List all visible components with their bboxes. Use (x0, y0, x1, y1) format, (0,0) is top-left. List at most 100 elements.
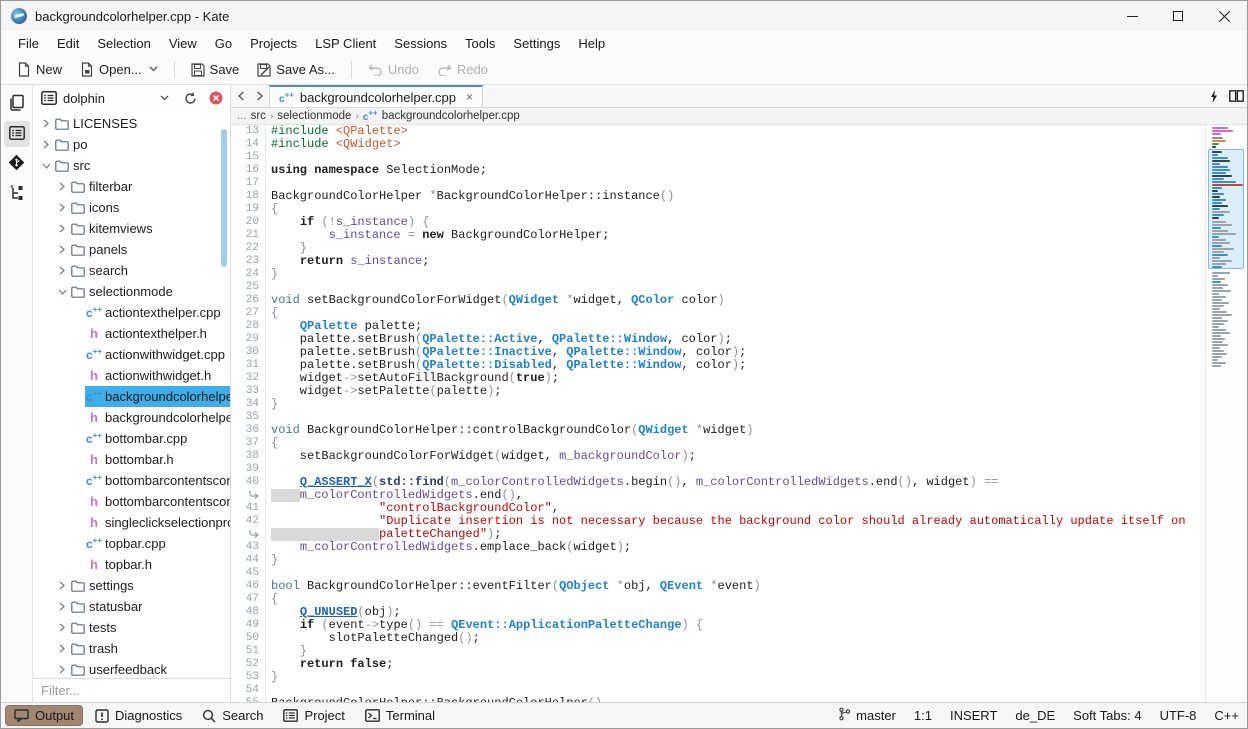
statusbar-project-button[interactable]: Project (275, 706, 352, 725)
expand-icon[interactable] (55, 203, 69, 212)
minimap-bar (1212, 233, 1236, 235)
menu-help[interactable]: Help (569, 34, 614, 53)
statusbar-search-button[interactable]: Search (194, 706, 271, 725)
minimap-scrollbar[interactable] (1205, 125, 1247, 702)
breadcrumb-selectionmode[interactable]: selectionmode (277, 110, 351, 122)
expand-icon[interactable] (55, 665, 69, 674)
folder-icon (69, 181, 87, 193)
tree-item-statusbar[interactable]: statusbar (33, 596, 230, 617)
chevron-down-icon[interactable] (154, 88, 174, 108)
project-selector[interactable]: dolphin (63, 91, 105, 106)
expand-icon[interactable] (55, 182, 69, 191)
menu-lsp-client[interactable]: LSP Client (306, 34, 385, 53)
minimap-bar (1212, 344, 1228, 346)
status-soft-tabs-4[interactable]: Soft Tabs: 4 (1073, 708, 1141, 723)
close-button[interactable] (1201, 1, 1247, 31)
tree-item-settings[interactable]: settings (33, 575, 230, 596)
menu-go[interactable]: Go (206, 34, 241, 53)
expand-icon[interactable] (39, 140, 53, 149)
tree-item-backgroundcolorhelper-c-[interactable]: c++backgroundcolorhelper.c... (33, 386, 230, 407)
nav-back-button[interactable] (231, 85, 250, 107)
tree-item-actionwithwidget-cpp[interactable]: c++actionwithwidget.cpp (33, 344, 230, 365)
save-as-button[interactable]: Save As... (249, 59, 343, 80)
status-utf-8[interactable]: UTF-8 (1160, 708, 1197, 723)
expand-icon[interactable] (39, 119, 53, 128)
tree-item-topbar-h[interactable]: htopbar.h (33, 554, 230, 575)
refresh-icon[interactable] (180, 88, 200, 108)
sidebar-tool-symbols[interactable] (4, 181, 30, 207)
tree-item-po[interactable]: po (33, 134, 230, 155)
tree-item-actiontexthelper-h[interactable]: hactiontexthelper.h (33, 323, 230, 344)
tree-item-actiontexthelper-cpp[interactable]: c++actiontexthelper.cpp (33, 302, 230, 323)
expand-icon[interactable] (55, 602, 69, 611)
tree-item-bottombar-cpp[interactable]: c++bottombar.cpp (33, 428, 230, 449)
new-button[interactable]: New (9, 59, 70, 80)
tree-item-bottombar-h[interactable]: hbottombar.h (33, 449, 230, 470)
minimize-button[interactable] (1109, 1, 1155, 31)
tree-item-licenses[interactable]: LICENSES (33, 113, 230, 134)
close-circle-icon[interactable] (206, 88, 226, 108)
expand-icon[interactable] (55, 581, 69, 590)
tree-item-search[interactable]: search (33, 260, 230, 281)
menu-settings[interactable]: Settings (504, 34, 569, 53)
statusbar-output-button[interactable]: Output (5, 705, 83, 726)
toolbar-separator (174, 61, 175, 79)
breadcrumb-ellipsis[interactable]: ... (237, 110, 247, 122)
tree-item-panels[interactable]: panels (33, 239, 230, 260)
code-view[interactable]: 13#include <QPalette>14#include <QWidget… (231, 125, 1247, 702)
menu-view[interactable]: View (160, 34, 206, 53)
menu-edit[interactable]: Edit (48, 34, 88, 53)
expand-icon[interactable] (55, 266, 69, 275)
tree-item-kitemviews[interactable]: kitemviews (33, 218, 230, 239)
expand-icon[interactable] (55, 224, 69, 233)
status-de-de[interactable]: de_DE (1015, 708, 1055, 723)
collapse-icon[interactable] (39, 163, 53, 169)
expand-icon[interactable] (55, 245, 69, 254)
minimap-bar (1212, 284, 1228, 286)
save-button[interactable]: Save (183, 59, 248, 80)
lightning-icon[interactable] (1203, 85, 1225, 107)
collapse-icon[interactable] (55, 289, 69, 295)
tree-item-filterbar[interactable]: filterbar (33, 176, 230, 197)
tree-item-userfeedback[interactable]: userfeedback (33, 659, 230, 678)
menu-file[interactable]: File (9, 34, 48, 53)
tree-item-bottombarcontentscont-[interactable]: hbottombarcontentscont... (33, 491, 230, 512)
tree-item-topbar-cpp[interactable]: c++topbar.cpp (33, 533, 230, 554)
expand-icon[interactable] (55, 644, 69, 653)
status-1-1[interactable]: 1:1 (914, 708, 932, 723)
tree-item-bottombarcontentscont-[interactable]: c++bottombarcontentscont... (33, 470, 230, 491)
tree-item-selectionmode[interactable]: selectionmode (33, 281, 230, 302)
minimap-bar (1212, 320, 1228, 322)
tree-item-actionwithwidget-h[interactable]: hactionwithwidget.h (33, 365, 230, 386)
statusbar-diagnostics-button[interactable]: Diagnostics (87, 706, 190, 725)
nav-forward-button[interactable] (250, 85, 269, 107)
tab-close-icon[interactable]: × (462, 90, 473, 104)
status-c++[interactable]: C++ (1214, 708, 1239, 723)
tab-backgroundcolorhelper[interactable]: c++ backgroundcolorhelper.cpp × (269, 85, 483, 107)
sidebar-tool-git[interactable] (4, 151, 30, 177)
tree-item-backgroundcolorhelper-h[interactable]: hbackgroundcolorhelper.h (33, 407, 230, 428)
sidebar-tool-projects[interactable] (4, 121, 30, 147)
open-button[interactable]: Open... (72, 59, 166, 80)
menu-projects[interactable]: Projects (241, 34, 306, 53)
tree-item-singleclickselectionproxy-[interactable]: hsingleclickselectionproxy... (33, 512, 230, 533)
redo-button[interactable]: Redo (429, 59, 496, 80)
expand-icon[interactable] (55, 623, 69, 632)
statusbar-terminal-button[interactable]: Terminal (357, 706, 443, 725)
tree-item-icons[interactable]: icons (33, 197, 230, 218)
breadcrumb-file[interactable]: backgroundcolorhelper.cpp (382, 110, 520, 122)
filter-input[interactable] (33, 683, 230, 698)
undo-button[interactable]: Undo (360, 59, 427, 80)
tree-item-trash[interactable]: trash (33, 638, 230, 659)
split-view-icon[interactable] (1225, 85, 1247, 107)
menu-tools[interactable]: Tools (456, 34, 504, 53)
tree-item-tests[interactable]: tests (33, 617, 230, 638)
status-insert[interactable]: INSERT (950, 708, 997, 723)
status-master[interactable]: master (838, 707, 896, 724)
tree-item-src[interactable]: src (33, 155, 230, 176)
menu-sessions[interactable]: Sessions (385, 34, 456, 53)
sidebar-tool-documents[interactable] (4, 91, 30, 117)
menu-selection[interactable]: Selection (88, 34, 159, 53)
breadcrumb-src[interactable]: src (251, 110, 266, 122)
maximize-button[interactable] (1155, 1, 1201, 31)
